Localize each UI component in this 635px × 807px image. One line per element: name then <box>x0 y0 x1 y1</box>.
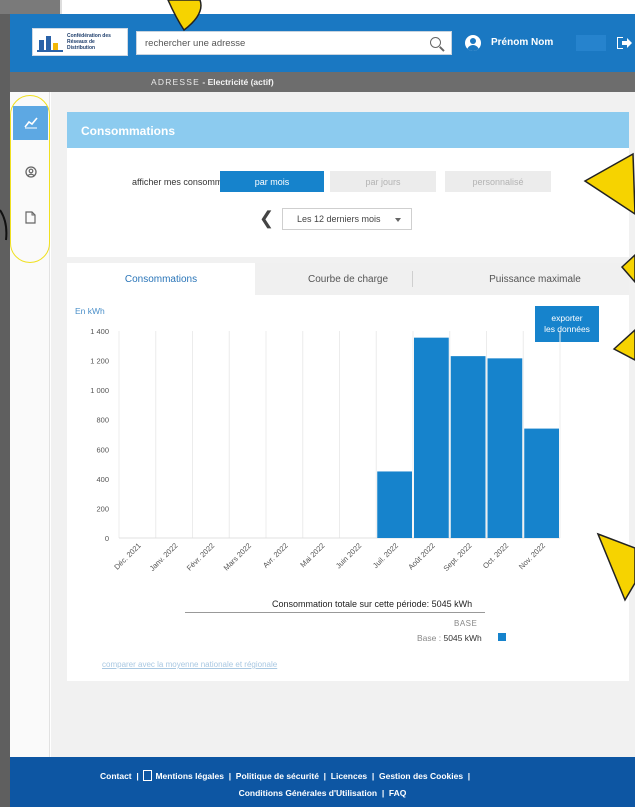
footer-link-licences[interactable]: Licences <box>331 771 367 781</box>
x-tick-label: Sept. 2022 <box>442 541 474 573</box>
x-tick-label: Juil. 2022 <box>371 541 400 570</box>
tab-consommations[interactable]: Consommations <box>67 263 255 295</box>
x-tick-label: Avr. 2022 <box>261 541 290 570</box>
card-title: Consommations <box>81 124 176 138</box>
y-tick-label: 800 <box>96 416 109 425</box>
y-tick-label: 0 <box>105 534 109 543</box>
footer-link-securite[interactable]: Politique de sécurité <box>236 771 319 781</box>
document-icon <box>143 770 153 781</box>
logout-icon[interactable] <box>617 37 632 49</box>
x-tick-label: Mai 2022 <box>298 541 326 569</box>
bar-11[interactable] <box>524 428 559 538</box>
tab-puissance-maximale[interactable]: Puissance maximale <box>441 263 629 295</box>
period-value: Les 12 derniers mois <box>297 214 381 224</box>
x-tick-label: Déc. 2021 <box>112 541 143 572</box>
prev-period-chevron-icon[interactable]: ❮ <box>259 208 274 229</box>
compare-link[interactable]: comparer avec la moyenne nationale et ré… <box>102 660 277 669</box>
total-consumption: Consommation totale sur cette période: 5… <box>272 599 473 609</box>
window-edge <box>0 0 10 807</box>
legend-swatch <box>498 633 506 641</box>
footer-link-cgu[interactable]: Conditions Générales d'Utilisation <box>239 788 378 798</box>
address-bar: ADRESSE - Electricité (actif) <box>10 72 635 92</box>
logo[interactable]: Confédération des Réseaux de Distributio… <box>32 28 128 56</box>
logo-text: Confédération des Réseaux de Distributio… <box>67 33 111 51</box>
x-tick-label: Janv. 2022 <box>148 541 180 573</box>
bar-9[interactable] <box>450 356 486 538</box>
logo-mark-icon <box>37 32 63 52</box>
footer-links-2: Conditions Générales d'Utilisation | FAQ <box>238 788 407 798</box>
legend-base: Base : 5045 kWh <box>417 633 482 643</box>
energy-type: - Electricité (actif) <box>200 77 274 87</box>
y-tick-label: 1 400 <box>90 327 109 336</box>
sidebar <box>10 92 50 757</box>
x-tick-label: Mars 2022 <box>222 541 253 572</box>
legend-header: BASE <box>454 619 478 628</box>
user-avatar-icon[interactable] <box>465 35 481 51</box>
bar-10[interactable] <box>487 358 523 538</box>
window-corner <box>0 0 62 14</box>
bar-7[interactable] <box>377 471 412 538</box>
footer-link-faq[interactable]: FAQ <box>389 788 406 798</box>
x-tick-label: Oct. 2022 <box>481 541 510 570</box>
card-header: Consommations <box>67 112 629 148</box>
tab-divider <box>412 271 413 287</box>
footer-link-cookies[interactable]: Gestion des Cookies <box>379 771 463 781</box>
address-label: ADRESSE <box>151 77 201 87</box>
footer-link-contact[interactable]: Contact <box>100 771 132 781</box>
period-select[interactable]: Les 12 derniers mois <box>282 208 412 230</box>
summary-divider <box>185 612 485 613</box>
y-tick-label: 600 <box>96 445 109 454</box>
consumption-card: Consommations afficher mes consommations… <box>67 112 629 257</box>
footer: Contact | Mentions légales | Politique d… <box>10 757 635 807</box>
segment-personnalise[interactable]: personnalisé <box>445 171 551 192</box>
user-name[interactable]: Prénom Nom <box>491 37 553 48</box>
search-box <box>136 31 452 55</box>
unit-label: En kWh <box>75 306 105 316</box>
y-tick-label: 1 200 <box>90 357 109 366</box>
y-tick-label: 200 <box>96 504 109 513</box>
x-tick-label: Nov. 2022 <box>517 541 547 571</box>
x-tick-label: Févr. 2022 <box>185 541 216 572</box>
consumption-chart: 0 200 400 600 800 1 000 1 200 1 400 Déc. 2021 Ja… <box>90 327 561 573</box>
footer-link-mentions[interactable]: Mentions légales <box>155 771 224 781</box>
y-tick-label: 400 <box>96 475 109 484</box>
x-tick-label: Août 2022 <box>406 541 437 572</box>
app-header: Confédération des Réseaux de Distributio… <box>10 14 635 72</box>
highlight-ring <box>10 95 50 263</box>
chevron-down-icon <box>395 218 401 222</box>
chart-card: Consommations Courbe de charge Puissance… <box>67 263 629 681</box>
address-breadcrumb: ADRESSE - Electricité (actif) <box>151 77 274 87</box>
y-tick-label: 1 000 <box>90 386 109 395</box>
tab-courbe-de-charge[interactable]: Courbe de charge <box>255 263 441 295</box>
bar-8[interactable] <box>414 337 449 538</box>
x-tick-label: Juin 2022 <box>334 541 363 570</box>
tab-bar: Consommations Courbe de charge Puissance… <box>67 263 629 295</box>
segment-par-mois[interactable]: par mois <box>220 171 324 192</box>
footer-links: Contact | Mentions légales | Politique d… <box>100 770 471 781</box>
segment-par-jours[interactable]: par jours <box>330 171 436 192</box>
search-icon[interactable] <box>430 37 441 48</box>
search-input[interactable] <box>137 32 417 54</box>
user-menu-toggle[interactable] <box>576 35 606 51</box>
